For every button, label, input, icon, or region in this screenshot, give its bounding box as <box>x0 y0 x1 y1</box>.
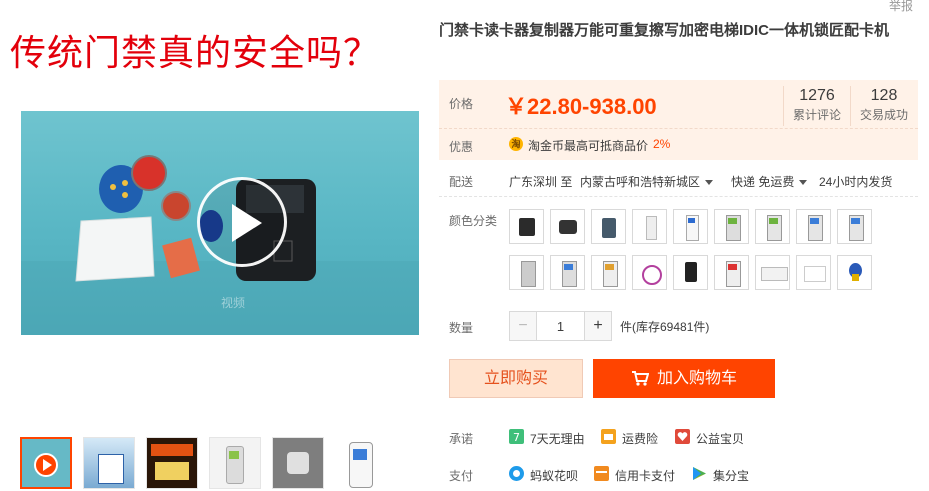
review-count: 1276 <box>799 87 835 104</box>
color-swatch[interactable] <box>796 255 831 290</box>
sales-label: 交易成功 <box>859 108 908 122</box>
buy-now-button[interactable]: 立即购买 <box>449 359 583 398</box>
payment-item[interactable]: 集分宝 <box>713 467 749 484</box>
review-label: 累计评论 <box>792 108 841 122</box>
charity-icon <box>675 429 690 444</box>
payment-label: 支付 <box>449 469 474 483</box>
color-label: 颜色分类 <box>449 214 498 228</box>
chevron-down-icon <box>705 180 714 186</box>
ship-destination-dropdown[interactable]: 内蒙古呼和浩特新城区 <box>580 173 714 190</box>
color-swatch[interactable] <box>673 209 708 244</box>
divider <box>439 196 918 197</box>
promise-label: 承诺 <box>449 432 474 446</box>
thumbnail-image[interactable] <box>272 437 324 489</box>
color-swatch[interactable] <box>591 209 626 244</box>
price-value: ￥22.80-938.00 <box>505 94 657 119</box>
video-play-button[interactable] <box>197 177 287 267</box>
banner-title: 传统门禁真的安全吗？ <box>10 33 381 74</box>
play-icon <box>232 204 262 242</box>
ship-from: 广东深圳 至 <box>509 175 573 189</box>
promise-item[interactable]: 7天无理由 <box>530 430 585 447</box>
jifenbao-icon <box>693 467 706 480</box>
seven-day-return-icon: 7 <box>509 429 524 444</box>
ship-dispatch: 24小时内发货 <box>819 175 893 189</box>
color-swatch[interactable] <box>837 255 872 290</box>
promise-item[interactable]: 运费险 <box>622 430 658 447</box>
sales-count: 128 <box>870 87 898 104</box>
payment-item[interactable]: 蚂蚁花呗 <box>530 467 578 484</box>
thumbnail-image[interactable] <box>209 437 261 489</box>
svg-text:7: 7 <box>513 431 520 444</box>
price-label: 价格 <box>449 97 474 111</box>
color-swatch[interactable] <box>632 255 667 290</box>
payment-item[interactable]: 信用卡支付 <box>615 467 675 484</box>
promo-rate: 2% <box>653 137 671 151</box>
quantity-decrease-button[interactable]: − <box>510 312 537 340</box>
thumbnail-image[interactable] <box>146 437 198 489</box>
huabei-icon <box>509 466 524 481</box>
promo-row: 优惠 淘 淘金币最高可抵商品价 2% <box>439 128 918 161</box>
color-swatch[interactable] <box>714 209 749 244</box>
stock-text: 件(库存69481件) <box>620 320 710 334</box>
cart-icon <box>631 371 650 386</box>
color-swatch[interactable] <box>509 209 544 244</box>
taobao-coin-icon: 淘 <box>509 137 523 151</box>
price-panel: 价格 ￥22.80-938.00 1276 累计评论 128 交易成功 优惠 淘… <box>439 80 918 160</box>
color-swatch[interactable] <box>755 209 790 244</box>
promise-item[interactable]: 公益宝贝 <box>696 430 744 447</box>
review-stat[interactable]: 1276 累计评论 <box>783 86 850 126</box>
color-swatch[interactable] <box>591 255 626 290</box>
quantity-stepper: − + <box>509 311 612 341</box>
ship-destination: 内蒙古呼和浩特新城区 <box>580 175 701 189</box>
add-to-cart-button[interactable]: 加入购物车 <box>593 359 775 398</box>
quantity-increase-button[interactable]: + <box>584 312 611 340</box>
ship-method: 快递 免运费 <box>731 175 795 189</box>
sales-stat: 128 交易成功 <box>850 86 917 126</box>
color-swatch[interactable] <box>755 255 790 290</box>
color-swatch[interactable] <box>550 209 585 244</box>
thumbnail-image[interactable] <box>83 437 135 489</box>
add-to-cart-label: 加入购物车 <box>656 370 737 387</box>
product-video[interactable]: 视频 <box>21 111 419 335</box>
color-swatch[interactable] <box>796 209 831 244</box>
thumbnail-strip <box>20 437 387 489</box>
promo-label: 优惠 <box>449 140 474 154</box>
thumbnail-video[interactable] <box>20 437 72 489</box>
thumbnail-image[interactable] <box>335 437 387 489</box>
shipping-label: 配送 <box>449 175 474 189</box>
color-swatch[interactable] <box>837 209 872 244</box>
color-swatch[interactable] <box>509 255 544 290</box>
quantity-input[interactable] <box>537 312 584 340</box>
color-swatch[interactable] <box>550 255 585 290</box>
quantity-label: 数量 <box>449 321 474 335</box>
shipping-insurance-icon <box>601 429 616 444</box>
video-watermark: 视频 <box>221 296 246 310</box>
color-swatch[interactable] <box>673 255 708 290</box>
video-thumb-play-icon <box>34 453 58 477</box>
color-swatch[interactable] <box>632 209 667 244</box>
credit-card-icon <box>594 466 609 481</box>
product-title: 门禁卡读卡器复制器万能可重复擦写加密电梯IDIC一体机锁匠配卡机 <box>439 22 890 39</box>
promo-text: 淘金币最高可抵商品价 <box>528 139 649 153</box>
color-swatch[interactable] <box>714 255 749 290</box>
chevron-down-icon <box>799 180 808 186</box>
ship-method-dropdown[interactable]: 快递 免运费 <box>731 173 808 190</box>
report-link[interactable]: 举报 <box>889 0 913 14</box>
